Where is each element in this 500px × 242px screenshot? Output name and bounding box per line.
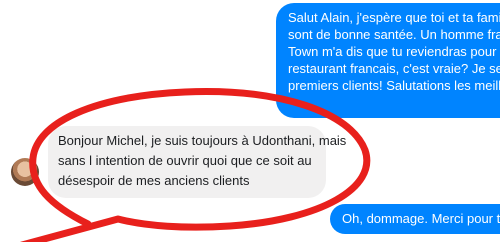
- message-line: Salut Alain, j'espère que toi et ta fami: [288, 10, 500, 25]
- contact-avatar[interactable]: [11, 158, 39, 186]
- message-line: désespoir de mes anciens clients: [58, 173, 250, 188]
- message-text: Oh, dommage. Merci pour t: [342, 211, 500, 226]
- message-line: sont de bonne santée. Un homme fra: [288, 27, 500, 42]
- sent-message-bubble[interactable]: Salut Alain, j'espère que toi et ta fami…: [276, 3, 500, 118]
- sent-message-bubble-2[interactable]: Oh, dommage. Merci pour t: [330, 204, 500, 234]
- message-line: premiers clients! Salutations les meille: [288, 78, 500, 93]
- message-line: Bonjour Michel, je suis toujours à Udont…: [58, 133, 347, 148]
- message-line: restaurant francais, c'est vraie? Je ser…: [288, 61, 500, 76]
- message-line: sans l intention de ouvrir quoi que ce s…: [58, 153, 312, 168]
- received-message-bubble[interactable]: Bonjour Michel, je suis toujours à Udont…: [48, 126, 347, 198]
- message-line: Town m'a dis que tu reviendras pour: [288, 44, 497, 59]
- chat-thread: Salut Alain, j'espère que toi et ta fami…: [0, 0, 500, 242]
